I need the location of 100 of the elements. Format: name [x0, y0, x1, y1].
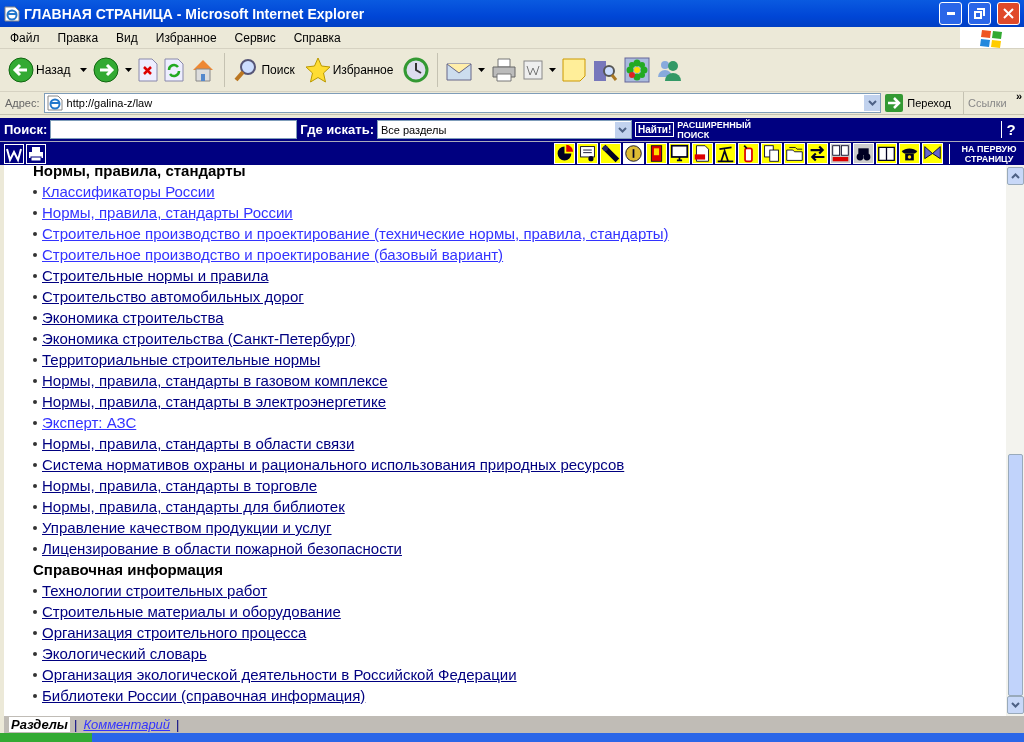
bullet	[33, 189, 37, 194]
section-link[interactable]: Территориальные строительные нормы	[42, 351, 321, 368]
extinguisher-icon[interactable]	[738, 143, 759, 164]
section-link[interactable]: Нормы, правила, стандарты в области связи	[42, 435, 355, 452]
caret-icon[interactable]	[80, 68, 88, 72]
monitor-icon[interactable]	[669, 143, 690, 164]
tab[interactable]: Разделы	[9, 717, 70, 732]
bullet	[33, 294, 37, 299]
bullet	[33, 693, 37, 698]
menu-item[interactable]: Справка	[285, 30, 349, 45]
section-link[interactable]: Библиотеки России (справочная информация)	[42, 687, 366, 704]
search-label[interactable]: Поиск	[261, 63, 295, 77]
open-book-icon[interactable]	[876, 143, 897, 164]
section-link[interactable]: Строительное производство и проектирование (базовый вариант)	[42, 246, 504, 263]
bullet	[33, 210, 37, 215]
section-link[interactable]: Экологический словарь	[42, 645, 207, 662]
more-chevron[interactable]: »	[1015, 90, 1022, 102]
bullet	[33, 441, 37, 446]
refresh-icon[interactable]	[164, 58, 185, 82]
section-link[interactable]: Технологии строительных работ	[42, 582, 268, 599]
help-link[interactable]: ?	[1001, 121, 1020, 138]
caret-icon[interactable]	[549, 68, 557, 72]
binoculars-icon[interactable]	[853, 143, 874, 164]
dropdown-button[interactable]	[864, 95, 881, 111]
clock-icon[interactable]	[403, 57, 430, 83]
bullet	[33, 609, 37, 614]
section-link[interactable]: Строительные нормы и правила	[42, 267, 269, 284]
section-link[interactable]: Эксперт: АЗС	[42, 414, 137, 431]
bullet	[33, 672, 37, 677]
home-page-link[interactable]: НА ПЕРВУЮ СТРАНИЦУ	[949, 143, 1024, 164]
section-link[interactable]: Нормы, правила, стандарты в электроэнергетике	[42, 393, 387, 410]
word-document-icon[interactable]	[4, 143, 24, 164]
section-link[interactable]: Нормы, правила, стандарты в газовом комплексе	[42, 372, 388, 389]
menu-item[interactable]: Вид	[108, 30, 146, 45]
section-link[interactable]: Организация экологической деятельности в Российской Федерации	[42, 666, 517, 683]
certificate-icon[interactable]	[577, 143, 598, 164]
document-icon[interactable]	[523, 60, 544, 80]
select-value: Все разделы	[380, 123, 448, 136]
section-link[interactable]: Строительные материалы и оборудование	[42, 603, 341, 620]
caret-icon[interactable]	[478, 68, 486, 72]
where-label: Где искать:	[300, 122, 374, 137]
section-heading: Справочная информация	[33, 560, 224, 580]
pie-chart-icon[interactable]	[554, 143, 575, 164]
section-link[interactable]: Экономика строительства	[42, 309, 224, 326]
section-link[interactable]: Строительство автомобильных дорог	[42, 288, 304, 305]
section-link[interactable]: Строительное производство и проектирование (технические нормы, правила, стандарты)	[42, 225, 669, 242]
windows-logo-icon	[979, 27, 1005, 48]
flower-icon[interactable]	[624, 57, 651, 83]
menu-item[interactable]: Сервис	[226, 30, 284, 45]
address-field[interactable]: http://galina-z/law	[43, 93, 882, 113]
close-button[interactable]	[997, 2, 1020, 25]
stop-icon[interactable]	[138, 58, 159, 82]
section-link[interactable]: Система нормативов охраны и рационального использования природных ресурсов	[42, 456, 625, 473]
section-link[interactable]: Нормы, правила, стандарты для библиотек	[42, 498, 345, 515]
search-field[interactable]	[50, 120, 298, 139]
bullet	[33, 630, 37, 635]
restore-icon	[974, 8, 985, 19]
chevron-up-icon	[1010, 173, 1020, 179]
bullet	[33, 336, 37, 341]
bullet	[33, 378, 37, 383]
menu-item[interactable]: Файл	[2, 30, 48, 45]
caret-icon[interactable]	[125, 68, 133, 72]
butterfly-icon[interactable]	[922, 143, 943, 164]
exchange-arrows-icon[interactable]	[807, 143, 828, 164]
section-link[interactable]: Нормы, правила, стандарты России	[42, 204, 293, 221]
telephone-icon[interactable]	[899, 143, 920, 164]
separator: |	[176, 717, 180, 732]
section-link[interactable]: Управление качеством продукции и услуг	[42, 519, 332, 536]
section-link[interactable]: Лицензирование в области пожарной безопасности	[42, 540, 402, 557]
section-link[interactable]: Классификаторы России	[42, 183, 215, 200]
bullet	[33, 525, 37, 530]
menu-item[interactable]: Избранное	[147, 30, 225, 45]
menu-item[interactable]: Правка	[49, 30, 107, 45]
section-link[interactable]: Нормы, правила, стандарты в торговле	[42, 477, 317, 494]
section-select[interactable]: Все разделы	[376, 120, 632, 139]
new-documents-icon[interactable]	[830, 143, 851, 164]
section-link[interactable]: Экономика строительства (Санкт-Петербург)	[42, 330, 356, 347]
bullet	[33, 483, 37, 488]
restore-button[interactable]	[968, 2, 991, 25]
find-button[interactable]: Найти!	[634, 122, 675, 137]
back-label[interactable]: Назад	[36, 63, 71, 77]
tab[interactable]: Комментарий	[81, 717, 173, 732]
advanced-search-link[interactable]: РАСШИРЕННЫЙ ПОИСК	[677, 119, 768, 140]
coin-icon[interactable]	[623, 143, 644, 164]
bullet	[33, 420, 37, 425]
address-label: Адрес:	[5, 97, 40, 109]
bullet	[33, 462, 37, 467]
documents-icon[interactable]	[761, 143, 782, 164]
go-label[interactable]: Переход	[907, 97, 951, 109]
star-icon[interactable]	[304, 57, 331, 83]
section-link[interactable]: Организация строительного процесса	[42, 624, 307, 641]
minimize-button[interactable]	[939, 2, 962, 25]
separator: |	[74, 717, 78, 732]
folders-icon[interactable]	[784, 143, 805, 164]
favorites-label[interactable]: Избранное	[332, 63, 394, 77]
browser-logo-icon	[4, 5, 20, 22]
printer-icon[interactable]	[26, 143, 46, 164]
bullet	[33, 588, 37, 593]
go-arrow-icon[interactable]	[885, 94, 904, 112]
scrollbar[interactable]	[1006, 165, 1024, 716]
